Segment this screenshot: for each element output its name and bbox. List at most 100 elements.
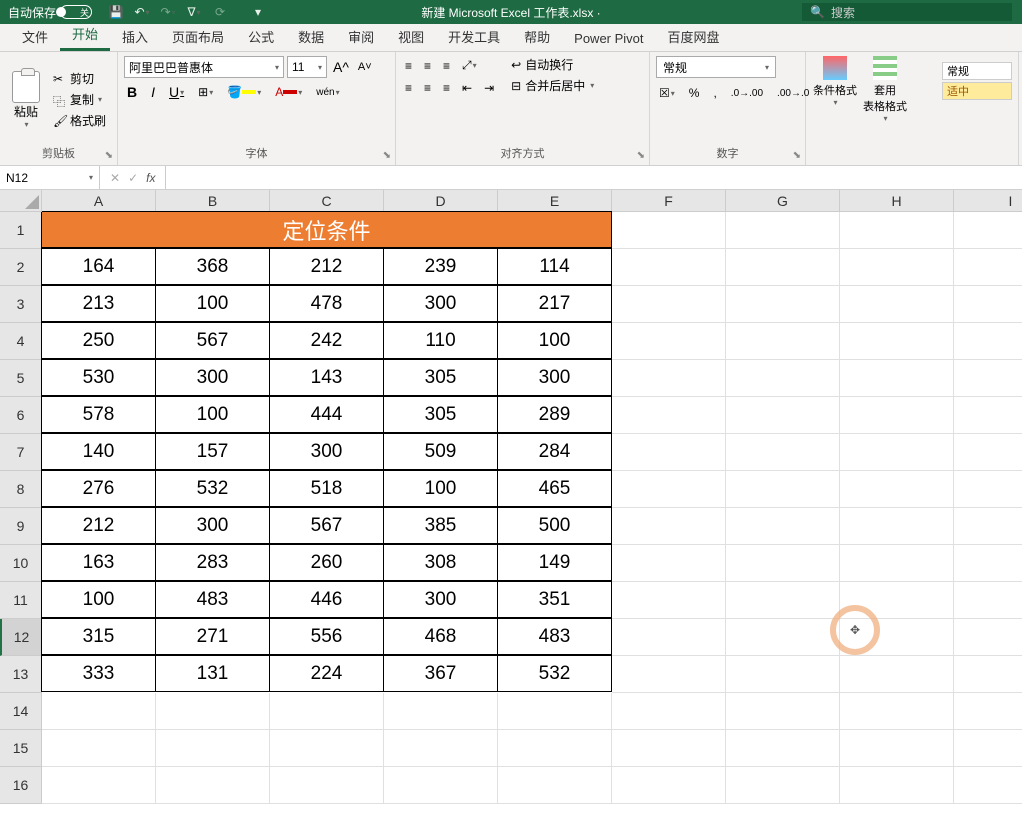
cell-D2[interactable]: 239 [383, 248, 498, 285]
cell-empty[interactable] [612, 212, 726, 249]
cell-H7[interactable] [840, 434, 954, 471]
cell-D8[interactable]: 100 [383, 470, 498, 507]
row-header-8[interactable]: 8 [0, 471, 42, 508]
border-button[interactable]: ⊞▾ [195, 83, 216, 101]
cell-A15[interactable] [42, 730, 156, 767]
tab-powerpivot[interactable]: Power Pivot [562, 26, 655, 51]
cell-B10[interactable]: 283 [155, 544, 270, 581]
row-header-7[interactable]: 7 [0, 434, 42, 471]
formula-input[interactable] [166, 166, 1022, 189]
phonetic-button[interactable]: wén▾ [313, 85, 342, 100]
cell-H8[interactable] [840, 471, 954, 508]
tab-view[interactable]: 视图 [386, 22, 436, 51]
align-center-icon[interactable]: ≡ [421, 79, 434, 97]
font-color-button[interactable]: A▾ [272, 83, 305, 101]
font-family-select[interactable]: 阿里巴巴普惠体▾ [124, 56, 284, 78]
worksheet-grid[interactable]: ABCDEFGHI1定位条件21643682122391143213100478… [0, 190, 1022, 804]
cell-G6[interactable] [726, 397, 840, 434]
tab-review[interactable]: 审阅 [336, 22, 386, 51]
cell-I6[interactable] [954, 397, 1022, 434]
row-header-10[interactable]: 10 [0, 545, 42, 582]
row-header-6[interactable]: 6 [0, 397, 42, 434]
increase-font-icon[interactable]: A^ [330, 56, 352, 78]
cell-D10[interactable]: 308 [383, 544, 498, 581]
cell-F14[interactable] [612, 693, 726, 730]
cell-B12[interactable]: 271 [155, 618, 270, 655]
align-top-icon[interactable]: ≡ [402, 56, 415, 75]
cell-G10[interactable] [726, 545, 840, 582]
cell-A9[interactable]: 212 [41, 507, 156, 544]
row-header-4[interactable]: 4 [0, 323, 42, 360]
cell-D9[interactable]: 385 [383, 507, 498, 544]
cell-B14[interactable] [156, 693, 270, 730]
cell-C4[interactable]: 242 [269, 322, 384, 359]
tab-help[interactable]: 帮助 [512, 22, 562, 51]
cell-D14[interactable] [384, 693, 498, 730]
fx-icon[interactable]: fx [146, 171, 155, 185]
cell-C3[interactable]: 478 [269, 285, 384, 322]
col-header-I[interactable]: I [954, 190, 1022, 212]
tab-insert[interactable]: 插入 [110, 22, 160, 51]
cell-B9[interactable]: 300 [155, 507, 270, 544]
cell-E7[interactable]: 284 [497, 433, 612, 470]
style-neutral[interactable]: 适中 [942, 82, 1012, 100]
cell-C10[interactable]: 260 [269, 544, 384, 581]
cell-F9[interactable] [612, 508, 726, 545]
cell-I4[interactable] [954, 323, 1022, 360]
cell-I11[interactable] [954, 582, 1022, 619]
cancel-icon[interactable]: ✕ [110, 171, 120, 185]
cell-F8[interactable] [612, 471, 726, 508]
cell-F15[interactable] [612, 730, 726, 767]
cell-I8[interactable] [954, 471, 1022, 508]
cell-F5[interactable] [612, 360, 726, 397]
cell-E15[interactable] [498, 730, 612, 767]
filter-icon[interactable]: ∇▾ [186, 4, 202, 20]
increase-decimal-icon[interactable]: .0→.00 [728, 86, 766, 101]
cell-I3[interactable] [954, 286, 1022, 323]
cell-H14[interactable] [840, 693, 954, 730]
cell-G14[interactable] [726, 693, 840, 730]
cell-G16[interactable] [726, 767, 840, 804]
cell-A10[interactable]: 163 [41, 544, 156, 581]
align-middle-icon[interactable]: ≡ [421, 56, 434, 75]
cell-B4[interactable]: 567 [155, 322, 270, 359]
cell-empty[interactable] [954, 212, 1022, 249]
cell-E2[interactable]: 114 [497, 248, 612, 285]
cell-G7[interactable] [726, 434, 840, 471]
cell-C15[interactable] [270, 730, 384, 767]
cell-B16[interactable] [156, 767, 270, 804]
cell-empty[interactable] [726, 212, 840, 249]
merge-center-button[interactable]: ⊟合并后居中▾ [511, 77, 594, 94]
cell-G13[interactable] [726, 656, 840, 693]
cell-E11[interactable]: 351 [497, 581, 612, 618]
cell-G4[interactable] [726, 323, 840, 360]
title-cell[interactable]: 定位条件 [41, 211, 612, 248]
cell-A2[interactable]: 164 [41, 248, 156, 285]
cell-D12[interactable]: 468 [383, 618, 498, 655]
align-left-icon[interactable]: ≡ [402, 79, 415, 97]
cell-H4[interactable] [840, 323, 954, 360]
cell-A11[interactable]: 100 [41, 581, 156, 618]
cell-B3[interactable]: 100 [155, 285, 270, 322]
cell-F13[interactable] [612, 656, 726, 693]
cell-G3[interactable] [726, 286, 840, 323]
row-header-16[interactable]: 16 [0, 767, 42, 804]
row-header-13[interactable]: 13 [0, 656, 42, 693]
cell-D3[interactable]: 300 [383, 285, 498, 322]
decrease-indent-icon[interactable]: ⇤ [459, 79, 475, 97]
cell-empty[interactable] [840, 212, 954, 249]
cell-A14[interactable] [42, 693, 156, 730]
cell-D16[interactable] [384, 767, 498, 804]
tab-formulas[interactable]: 公式 [236, 22, 286, 51]
tab-layout[interactable]: 页面布局 [160, 22, 236, 51]
cell-C12[interactable]: 556 [269, 618, 384, 655]
cell-A16[interactable] [42, 767, 156, 804]
cell-A12[interactable]: 315 [41, 618, 156, 655]
cell-B13[interactable]: 131 [155, 655, 270, 692]
comma-icon[interactable]: , [710, 84, 719, 102]
cell-B7[interactable]: 157 [155, 433, 270, 470]
style-normal[interactable]: 常规 [942, 62, 1012, 80]
cell-H15[interactable] [840, 730, 954, 767]
cell-A13[interactable]: 333 [41, 655, 156, 692]
cell-H13[interactable] [840, 656, 954, 693]
